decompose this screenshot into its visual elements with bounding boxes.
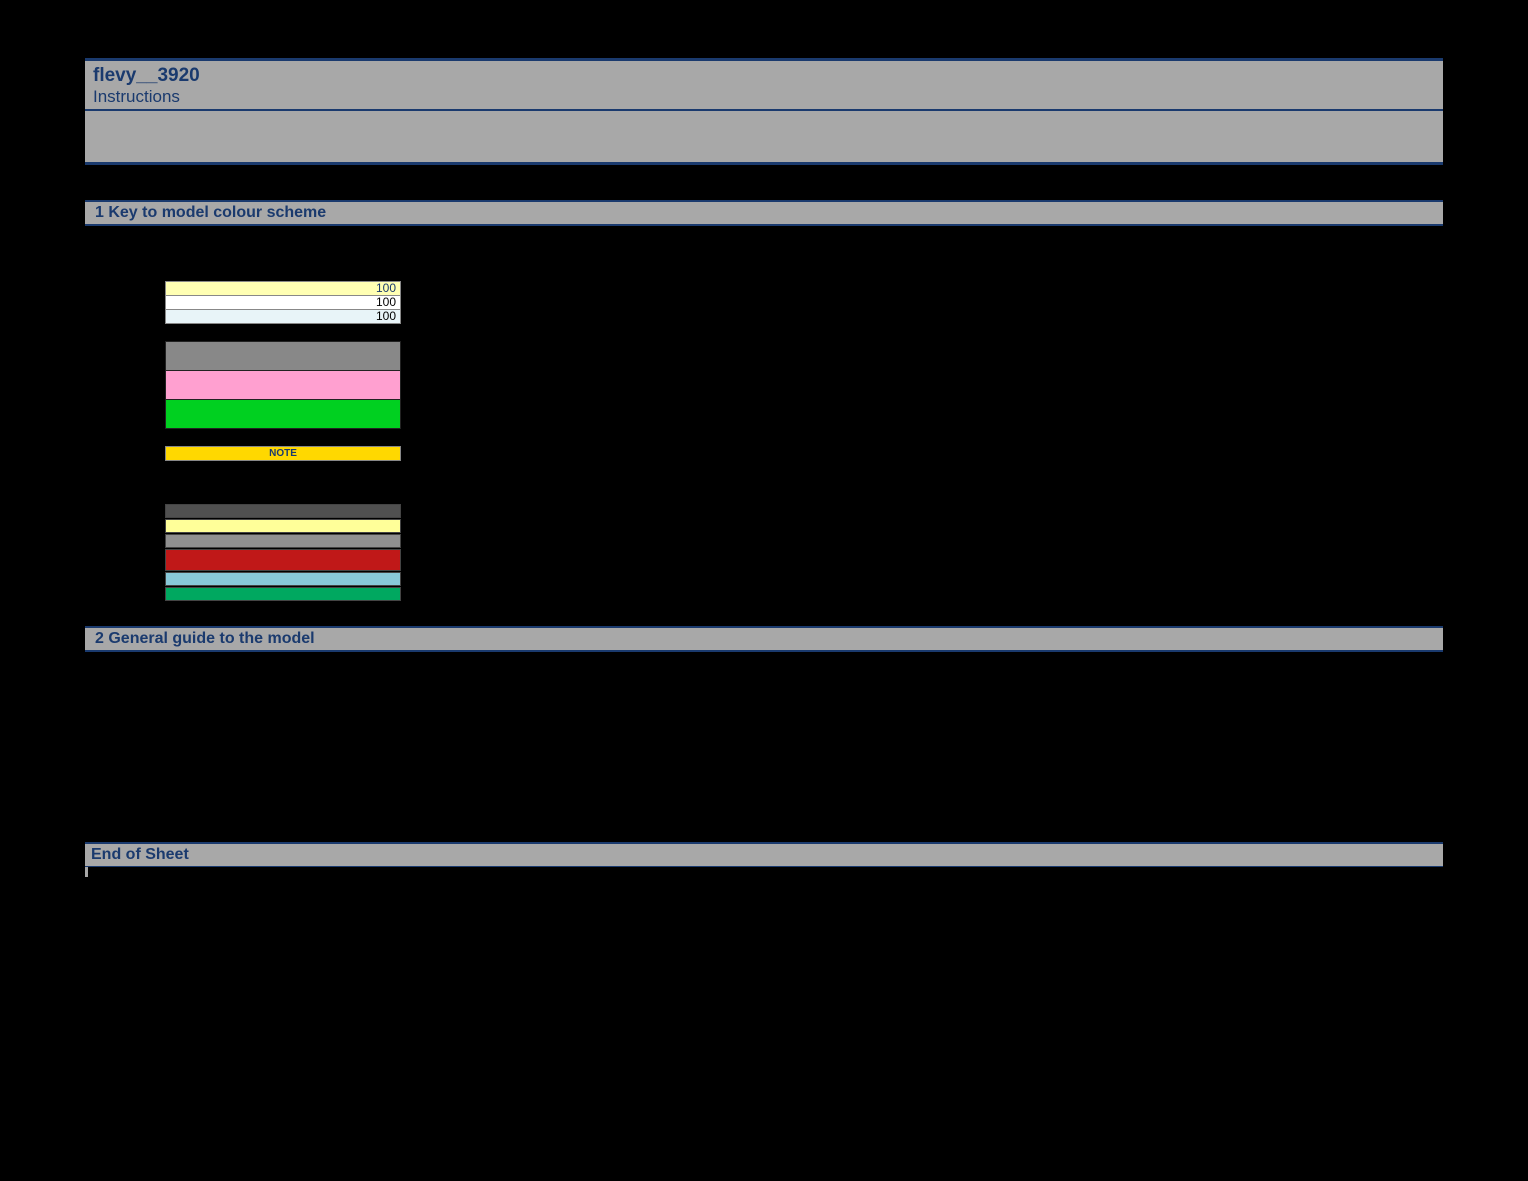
swatch-group-tall [165, 341, 1443, 429]
swatch-note: NOTE [165, 446, 401, 461]
page-container: flevy__3920 Instructions 1 Key to model … [0, 0, 1528, 877]
section-1-header: 1 Key to model colour scheme [85, 200, 1443, 226]
swatch-yellow2 [165, 519, 401, 533]
swatch-group-thin [165, 504, 1443, 601]
swatch-yellow-light: 100 [165, 281, 401, 296]
swatch-midgray [165, 534, 401, 548]
swatch-gray [165, 341, 401, 371]
swatch-cyan [165, 572, 401, 586]
swatch-pink [165, 370, 401, 400]
swatch-darkgray [165, 504, 401, 518]
page-subtitle: Instructions [85, 87, 1443, 111]
page-title: flevy__3920 [85, 61, 1443, 87]
swatch-white: 100 [165, 295, 401, 310]
swatch-lightblue: 100 [165, 309, 401, 324]
section-2-body [85, 672, 1443, 842]
swatch-red [165, 549, 401, 571]
section-2-header: 2 General guide to the model [85, 626, 1443, 652]
swatch-group-note: NOTE [165, 446, 1443, 461]
header-block: flevy__3920 Instructions [85, 58, 1443, 165]
swatch-green [165, 399, 401, 429]
footer-end-of-sheet: End of Sheet [85, 842, 1443, 867]
header-spacer [85, 111, 1443, 165]
swatch-group-values: 100 100 100 [165, 281, 1443, 324]
swatch-area: 100 100 100 NOTE [165, 246, 1443, 601]
swatch-emerald [165, 587, 401, 601]
footer-tick [85, 867, 88, 877]
